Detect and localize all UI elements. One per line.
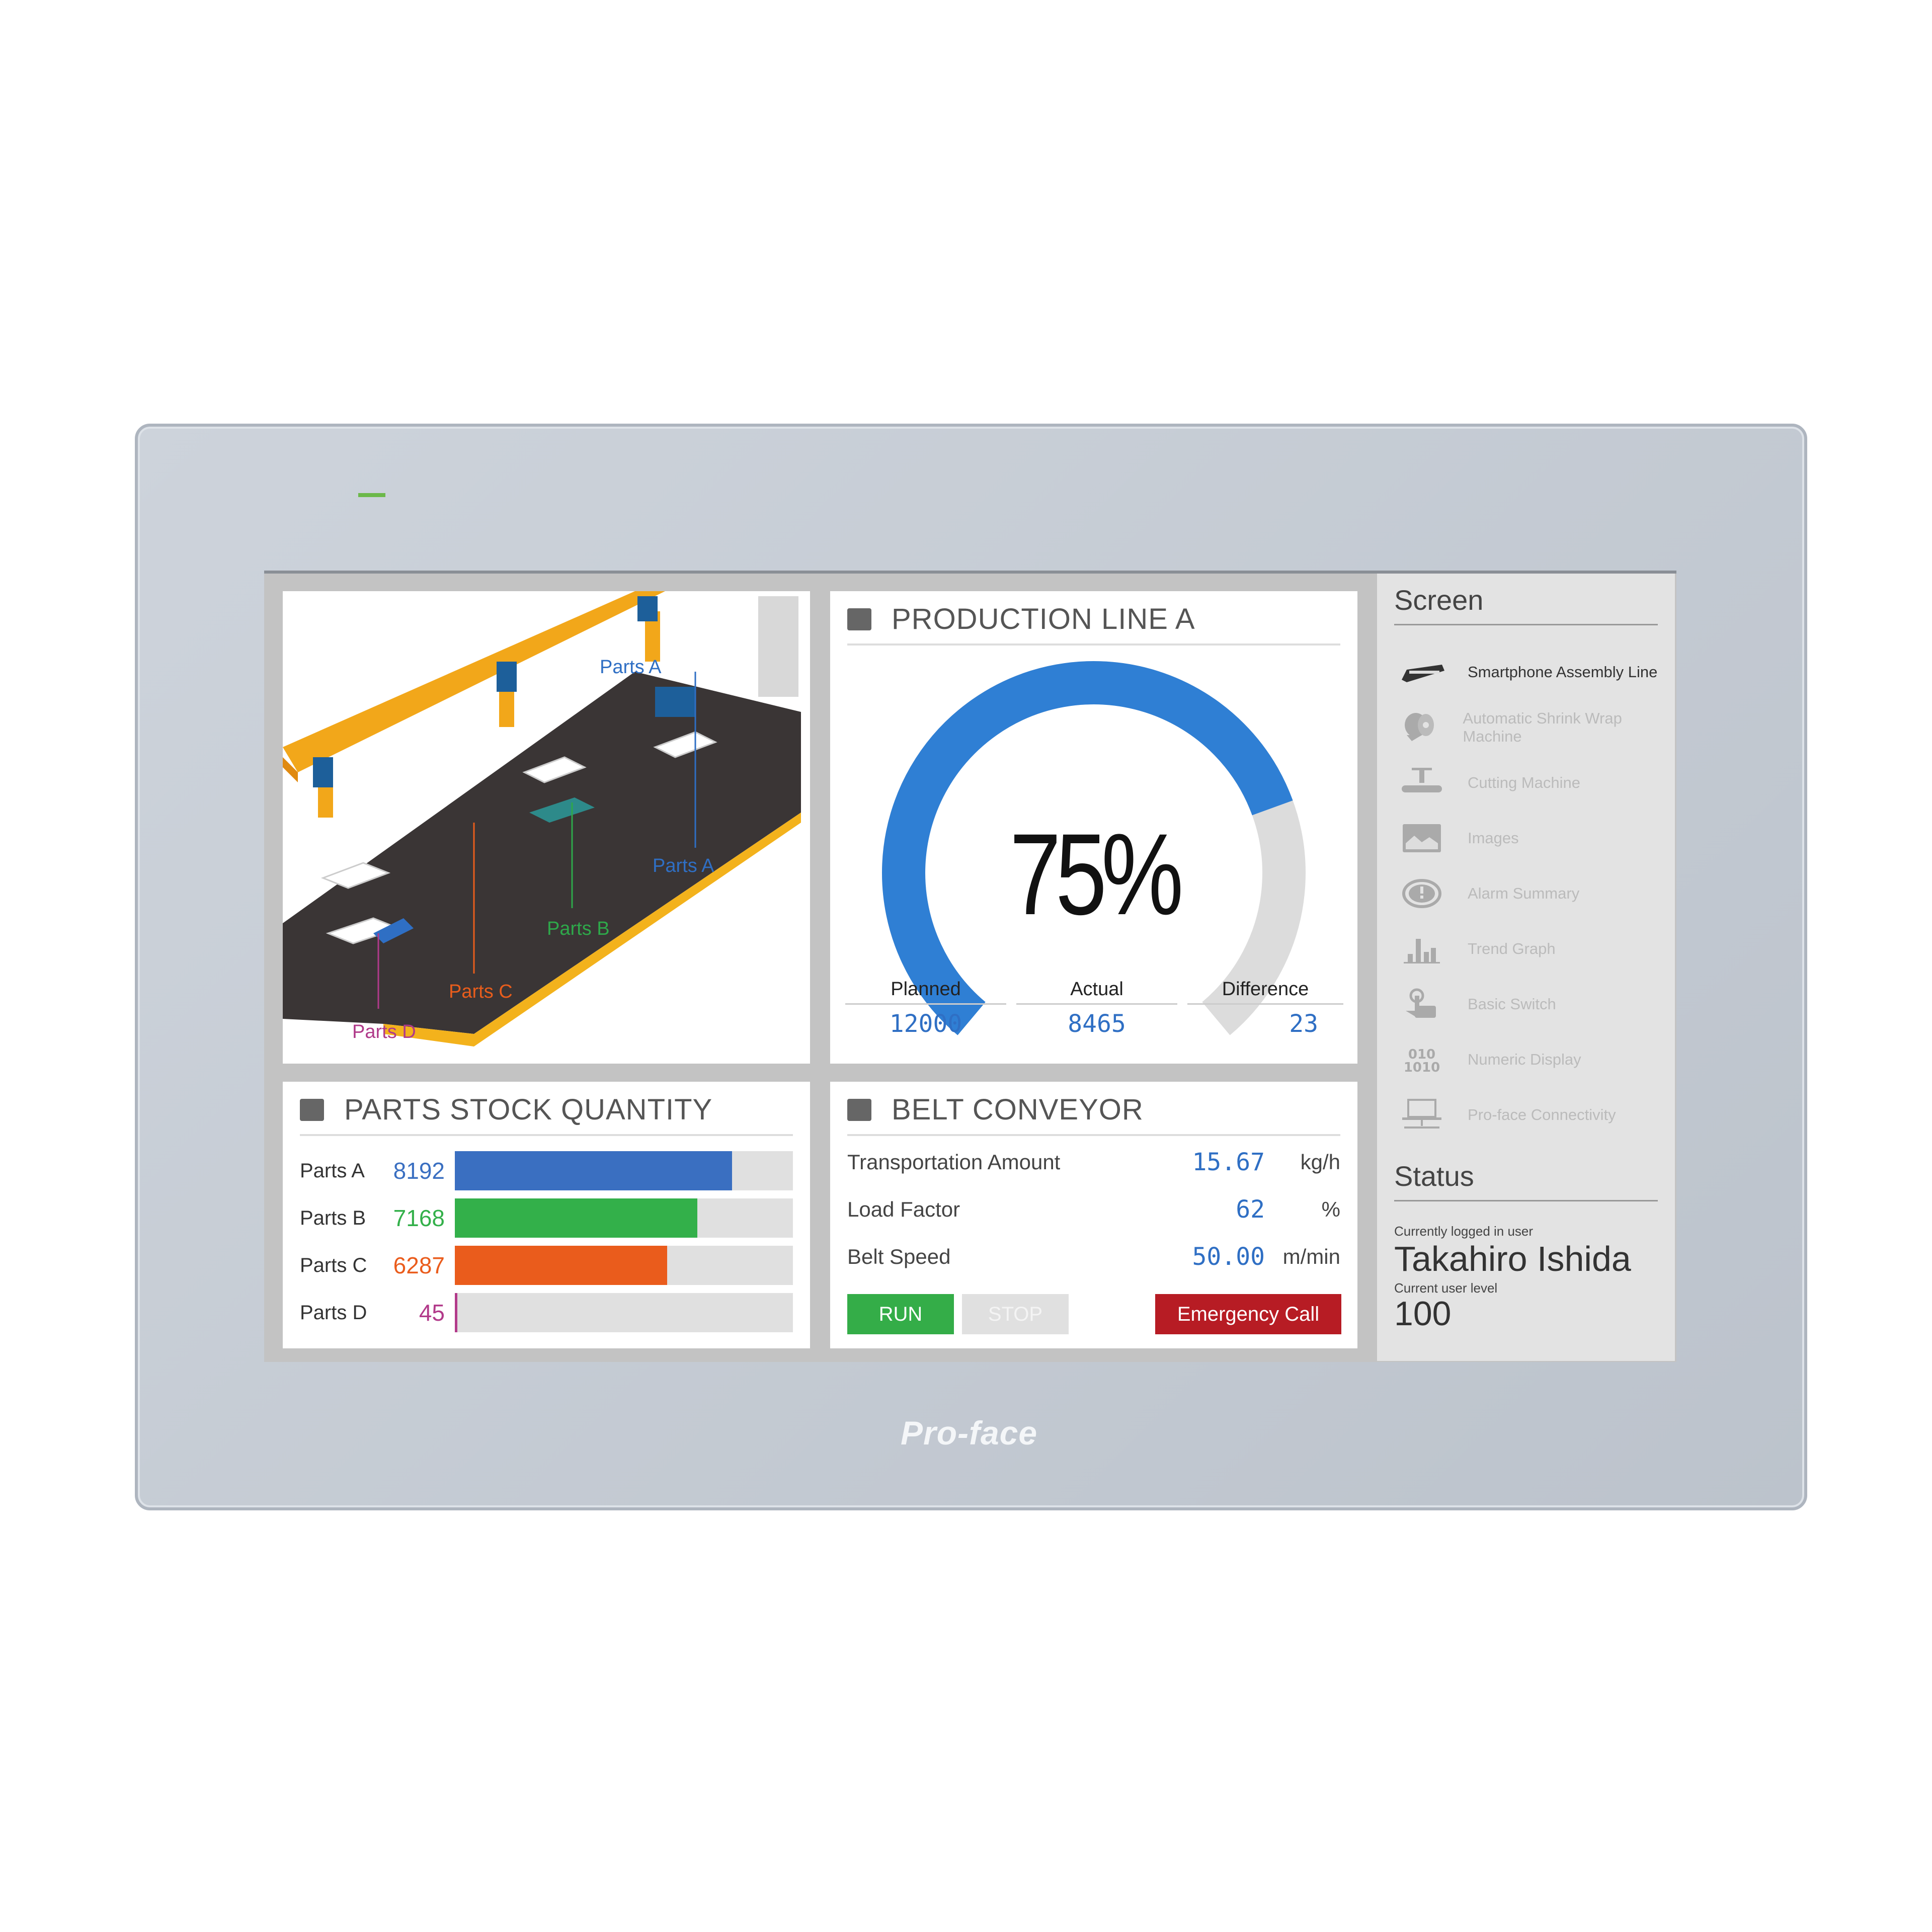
label-parts-a-top: Parts A: [600, 657, 662, 678]
power-led: [358, 493, 385, 497]
stock-bar-track: [455, 1246, 793, 1285]
stock-bar-fill: [455, 1246, 668, 1285]
stock-bar-track: [455, 1151, 793, 1190]
belt-speed-row: Belt Speed 50.00 m/min: [847, 1237, 1340, 1277]
part-quantity: 45: [419, 1300, 445, 1326]
emergency-call-button[interactable]: Emergency Call: [1155, 1294, 1341, 1334]
sidebar-item[interactable]: Smartphone Assembly Line: [1394, 647, 1666, 697]
conveyor-icon: [1394, 652, 1450, 692]
laptop-network-icon: [1394, 1095, 1450, 1135]
user-name: Takahiro Ishida: [1394, 1239, 1631, 1278]
alarm-icon: [1394, 873, 1450, 914]
part-name: Parts A: [300, 1159, 365, 1182]
sidebar-item-label: Trend Graph: [1468, 940, 1556, 957]
sidebar-item[interactable]: Pro-face Connectivity: [1394, 1090, 1666, 1140]
actual-value: 8465: [1068, 1010, 1126, 1038]
row-label: Load Factor: [847, 1197, 960, 1221]
part-name: Parts C: [300, 1254, 367, 1276]
image-icon: [1394, 818, 1450, 858]
row-unit: kg/h: [1300, 1150, 1340, 1174]
sidebar-item-label: Automatic Shrink Wrap Machine: [1463, 709, 1622, 745]
sidebar-item[interactable]: Trend Graph: [1394, 924, 1666, 974]
actual-label: Actual: [1016, 979, 1177, 1005]
row-value: 15.67: [1192, 1148, 1265, 1176]
status-section-title: Status: [1394, 1160, 1474, 1192]
row-unit: %: [1321, 1197, 1340, 1221]
sidebar-item[interactable]: Cutting Machine: [1394, 758, 1666, 808]
row-value: 50.00: [1192, 1243, 1265, 1271]
film-roll-icon: [1394, 707, 1444, 748]
numeric-icon: 010 1010: [1394, 1039, 1450, 1080]
planned-value: 12000: [889, 1010, 962, 1038]
sidebar-item-label: Numeric Display: [1468, 1051, 1581, 1068]
sidebar-item[interactable]: Basic Switch: [1394, 979, 1666, 1029]
sidebar-item-label: Pro-face Connectivity: [1468, 1106, 1616, 1123]
label-parts-a-bottom: Parts A: [653, 855, 714, 876]
production-line-panel: PRODUCTION LINE A 75% Planned 12000 Actua…: [830, 591, 1357, 1064]
row-label: Transportation Amount: [847, 1150, 1061, 1174]
panel-title: PARTS STOCK QUANTITY: [344, 1093, 713, 1126]
sidebar-item-label: Images: [1468, 829, 1519, 847]
sidebar-item[interactable]: Images: [1394, 813, 1666, 863]
cutter-icon: [1394, 763, 1450, 803]
row-unit: m/min: [1282, 1245, 1340, 1268]
gauge-percent: 75%: [1009, 810, 1184, 939]
hand-pointer-icon: [1394, 984, 1450, 1024]
svg-text:1010: 1010: [1404, 1060, 1440, 1075]
label-parts-b: Parts B: [547, 918, 610, 939]
transportation-amount-row: Transportation Amount 15.67 kg/h: [847, 1142, 1340, 1182]
assembly-illustration: Parts A Parts A Parts B Parts C Parts D: [283, 591, 810, 1064]
label-parts-c: Parts C: [449, 981, 513, 1002]
row-value: 62: [1236, 1195, 1265, 1224]
parts-stock-panel: PARTS STOCK QUANTITY Parts A 8192 Parts B 7…: [283, 1082, 810, 1348]
difference-label: Difference: [1187, 979, 1343, 1005]
part-quantity: 8192: [393, 1158, 445, 1184]
stock-row: Parts C 6287: [300, 1246, 793, 1285]
belt-conveyor-panel: BELT CONVEYOR Transportation Amount 15.67…: [830, 1082, 1357, 1348]
sidebar-item[interactable]: Automatic Shrink Wrap Machine: [1394, 702, 1666, 753]
bar-chart-icon: [1394, 929, 1450, 969]
load-factor-row: Load Factor 62%: [847, 1189, 1340, 1230]
sidebar-item-label: Cutting Machine: [1468, 774, 1581, 791]
stock-bar-fill: [455, 1293, 458, 1332]
part-name: Parts B: [300, 1206, 366, 1229]
brand-logo: Pro-face: [901, 1414, 1038, 1452]
panel-title: BELT CONVEYOR: [892, 1093, 1144, 1126]
sidebar-item-label: Alarm Summary: [1468, 884, 1580, 902]
sidebar-item[interactable]: Alarm Summary: [1394, 868, 1666, 919]
stock-row: Parts B 7168: [300, 1198, 793, 1238]
stock-bar-track: [455, 1198, 793, 1238]
screen-section-title: Screen: [1394, 584, 1484, 616]
part-quantity: 7168: [393, 1205, 445, 1231]
difference-value: 23: [1289, 1010, 1318, 1038]
label-parts-d: Parts D: [352, 1021, 416, 1042]
divider: [1394, 1200, 1658, 1201]
sidebar-item-label: Smartphone Assembly Line: [1468, 663, 1658, 681]
part-name: Parts D: [300, 1301, 367, 1324]
planned-label: Planned: [845, 979, 1006, 1005]
stock-row: Parts D 45: [300, 1293, 793, 1332]
sidebar-item-label: Basic Switch: [1468, 995, 1556, 1013]
run-button[interactable]: RUN: [847, 1294, 954, 1334]
stock-row: Parts A 8192: [300, 1151, 793, 1190]
conveyor-illustration-image: [283, 591, 801, 1046]
panel-marker-icon: [847, 1098, 871, 1121]
stock-bar-fill: [455, 1151, 732, 1190]
panel-marker-icon: [300, 1098, 324, 1121]
row-label: Belt Speed: [847, 1245, 951, 1268]
divider: [847, 1134, 1340, 1136]
user-label: Currently logged in user: [1394, 1224, 1534, 1239]
divider: [300, 1134, 793, 1136]
part-quantity: 6287: [393, 1252, 445, 1278]
user-level-value: 100: [1394, 1295, 1452, 1333]
sidebar: Screen Smartphone Assembly Line Automatic…: [1377, 574, 1675, 1361]
stock-bar-track: [455, 1293, 793, 1332]
stop-button[interactable]: STOP: [962, 1294, 1069, 1334]
sidebar-item[interactable]: 010 1010 Numeric Display: [1394, 1034, 1666, 1085]
stock-bar-fill: [455, 1198, 697, 1238]
divider: [1394, 624, 1658, 625]
